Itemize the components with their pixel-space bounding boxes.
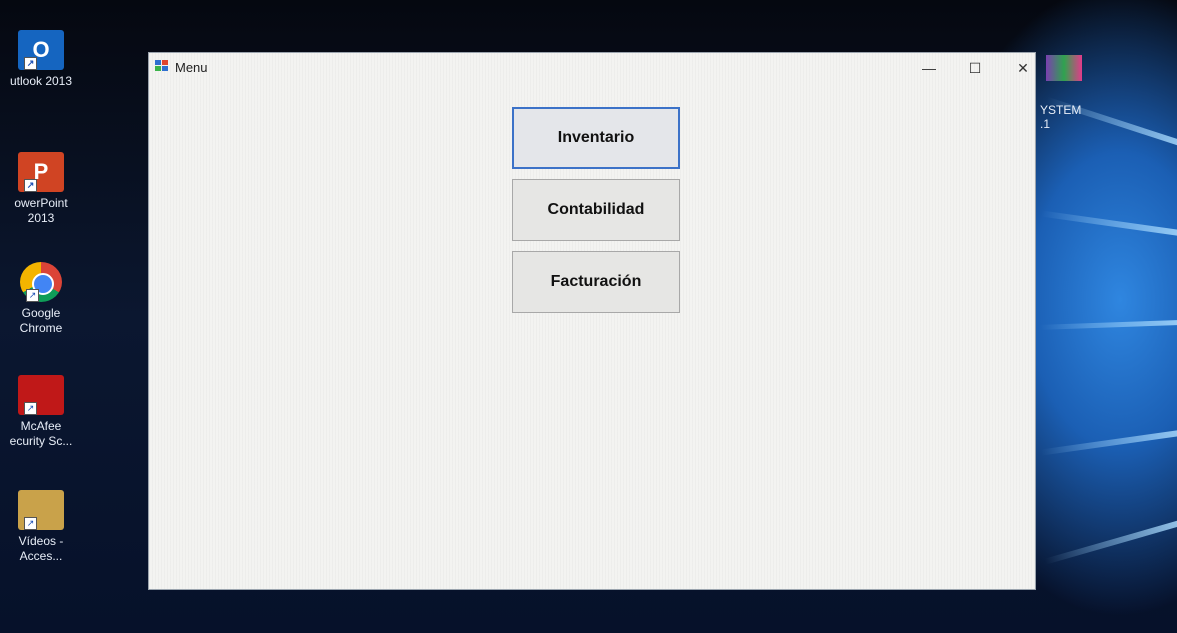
desktop-icon-videos[interactable]: ↗ Vídeos - Acces... <box>0 490 82 564</box>
shortcut-arrow-icon: ↗ <box>24 57 37 70</box>
menu-window: Menu — ☐ ✕ Inventario Contabilidad Factu… <box>148 52 1036 590</box>
minimize-button[interactable]: — <box>908 57 950 79</box>
title-bar[interactable]: Menu — ☐ ✕ <box>149 53 1035 83</box>
wallpaper-light-beam <box>1044 520 1177 565</box>
inventario-button[interactable]: Inventario <box>512 107 680 169</box>
desktop-icon-label: McAfee ecurity Sc... <box>9 419 73 448</box>
wallpaper-light-beam <box>1040 430 1177 456</box>
shortcut-arrow-icon: ↗ <box>26 289 39 302</box>
system-app-icon <box>1046 55 1082 81</box>
shortcut-arrow-icon: ↗ <box>24 179 37 192</box>
video-folder-icon: ↗ <box>18 490 64 530</box>
facturacion-button[interactable]: Facturación <box>512 251 680 313</box>
window-title: Menu <box>175 60 208 75</box>
chrome-icon: ↗ <box>20 262 62 302</box>
inventario-button-label: Inventario <box>557 129 635 146</box>
desktop-icon-label: owerPoint 2013 <box>14 196 68 225</box>
facturacion-button-label: Facturación <box>550 273 642 290</box>
desktop-icon-chrome[interactable]: ↗ Google Chrome <box>0 262 82 336</box>
desktop-icon-outlook[interactable]: O ↗ utlook 2013 <box>0 30 82 89</box>
desktop-icon-label: utlook 2013 <box>9 74 73 88</box>
powerpoint-icon: P ↗ <box>18 152 64 192</box>
mcafee-icon: ↗ <box>18 375 64 415</box>
shortcut-arrow-icon: ↗ <box>24 402 37 415</box>
contabilidad-button[interactable]: Contabilidad <box>512 179 680 241</box>
outlook-icon: O ↗ <box>18 30 64 70</box>
maximize-button[interactable]: ☐ <box>954 57 996 79</box>
desktop-icon-label: Vídeos - Acces... <box>18 534 64 563</box>
desktop-icon-system[interactable]: YSTEM .1 <box>1040 55 1100 131</box>
wallpaper-light-beam <box>1039 320 1177 330</box>
desktop-icon-mcafee[interactable]: ↗ McAfee ecurity Sc... <box>0 375 82 449</box>
shortcut-arrow-icon: ↗ <box>24 517 37 530</box>
contabilidad-button-label: Contabilidad <box>547 201 645 218</box>
desktop-icon-powerpoint[interactable]: P ↗ owerPoint 2013 <box>0 152 82 226</box>
desktop-icon-label: YSTEM .1 <box>1040 103 1082 131</box>
app-form-icon <box>155 60 169 72</box>
close-button[interactable]: ✕ <box>1002 57 1044 79</box>
wallpaper-light-beam <box>1040 210 1177 236</box>
desktop-icon-label: Google Chrome <box>19 306 63 335</box>
